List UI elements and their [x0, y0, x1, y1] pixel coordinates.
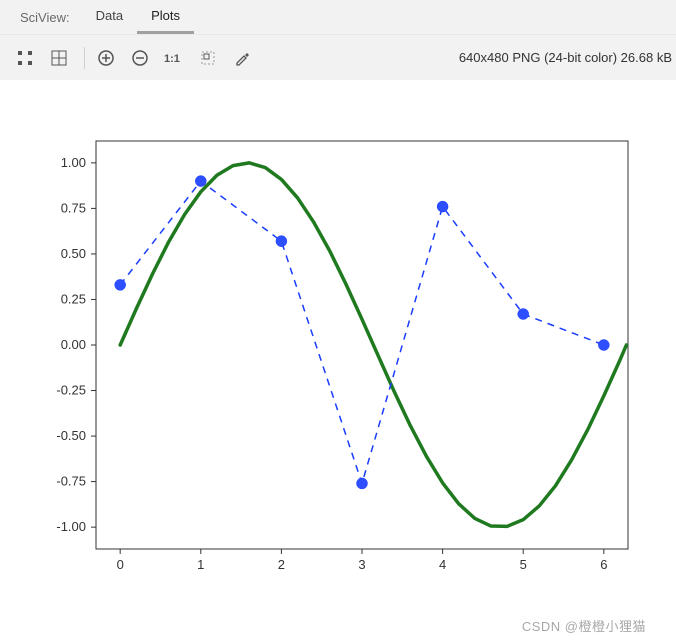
tabs-row: SciView: Data Plots — [0, 0, 676, 34]
panel-title: SciView: — [8, 10, 82, 25]
plot-canvas-wrap: 0 1 2 3 4 5 6 -1.00 -0.75 -0.50 -0.25 0.00 0.25 0.50 0… — [0, 81, 676, 591]
zoom-out-icon[interactable] — [125, 43, 155, 73]
svg-text:1.00: 1.00 — [61, 155, 86, 170]
toolbar-separator — [84, 47, 85, 69]
tab-label: Data — [96, 8, 123, 23]
svg-text:5: 5 — [520, 557, 527, 572]
tab-plots[interactable]: Plots — [137, 0, 194, 34]
image-info: 640x480 PNG (24-bit color) 26.68 kB — [459, 50, 676, 65]
svg-text:1:1: 1:1 — [164, 53, 180, 65]
svg-text:2: 2 — [278, 557, 285, 572]
color-picker-icon[interactable] — [227, 43, 257, 73]
svg-text:4: 4 — [439, 557, 446, 572]
svg-text:-0.25: -0.25 — [56, 383, 86, 398]
svg-text:0.75: 0.75 — [61, 200, 86, 215]
header-bar: SciView: Data Plots 1:1 640x480 PNG (24-… — [0, 0, 676, 81]
crop-icon[interactable] — [193, 43, 223, 73]
plot-svg: 0 1 2 3 4 5 6 -1.00 -0.75 -0.50 -0.25 0.00 0.25 0.50 0… — [18, 131, 658, 591]
tab-label: Plots — [151, 8, 180, 23]
toolbar: 1:1 640x480 PNG (24-bit color) 26.68 kB — [0, 34, 676, 80]
svg-text:0.00: 0.00 — [61, 337, 86, 352]
fit-screen-icon[interactable] — [10, 43, 40, 73]
svg-text:-1.00: -1.00 — [56, 519, 86, 534]
svg-text:0.50: 0.50 — [61, 246, 86, 261]
svg-text:6: 6 — [600, 557, 607, 572]
watermark: CSDN @橙橙小狸猫 — [522, 616, 646, 635]
svg-text:0: 0 — [117, 557, 124, 572]
zoom-in-icon[interactable] — [91, 43, 121, 73]
svg-text:-0.75: -0.75 — [56, 474, 86, 489]
svg-text:-0.50: -0.50 — [56, 428, 86, 443]
actual-size-icon[interactable]: 1:1 — [159, 43, 189, 73]
tab-data[interactable]: Data — [82, 0, 137, 34]
grid-icon[interactable] — [44, 43, 74, 73]
svg-text:1: 1 — [197, 557, 204, 572]
svg-text:0.25: 0.25 — [61, 291, 86, 306]
svg-text:3: 3 — [358, 557, 365, 572]
